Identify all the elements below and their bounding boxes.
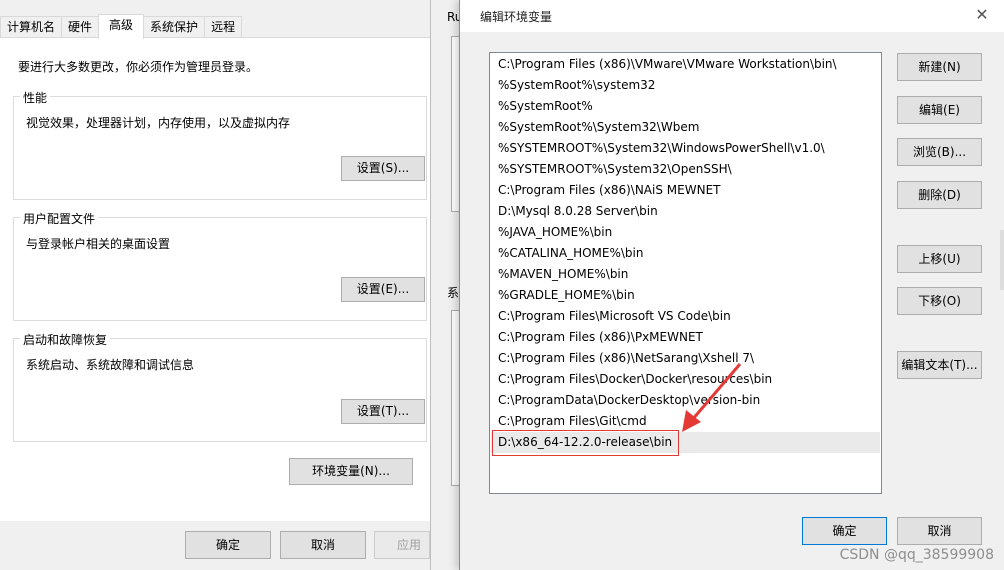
dialog-title: 编辑环境变量 — [480, 10, 553, 24]
watermark: CSDN @qq_38599908 — [839, 547, 994, 563]
tab-system-protection[interactable]: 系统保护 — [143, 16, 206, 38]
path-item[interactable]: C:\Program Files\Git\cmd — [491, 411, 880, 432]
path-item[interactable]: C:\ProgramData\DockerDesktop\version-bin — [491, 390, 880, 411]
dialog-titlebar: 编辑环境变量 ✕ — [460, 0, 1004, 32]
tab-computer-name[interactable]: 计算机名 — [0, 16, 63, 38]
edit-cancel-button[interactable]: 取消 — [897, 517, 982, 545]
startup-recovery-desc: 系统启动、系统故障和调试信息 — [26, 358, 195, 372]
environment-variables-button[interactable]: 环境变量(N)... — [289, 458, 413, 485]
tab-advanced[interactable]: 高级 — [98, 14, 145, 39]
edit-ok-button[interactable]: 确定 — [802, 517, 887, 545]
startup-recovery-settings-button[interactable]: 设置(T)... — [341, 399, 425, 424]
close-icon[interactable]: ✕ — [971, 4, 993, 26]
delete-button[interactable]: 删除(D) — [897, 181, 982, 209]
path-item[interactable]: C:\Program Files\Microsoft VS Code\bin — [491, 306, 880, 327]
path-item[interactable]: %GRADLE_HOME%\bin — [491, 285, 880, 306]
move-up-button[interactable]: 上移(U) — [897, 245, 982, 273]
performance-settings-button[interactable]: 设置(S)... — [341, 156, 425, 181]
startup-recovery-group: 启动和故障恢复 系统启动、系统故障和调试信息 设置(T)... — [13, 331, 427, 442]
scrollbar-fragment — [1000, 230, 1004, 290]
admin-note: 要进行大多数更改，你必须作为管理员登录。 — [18, 60, 259, 74]
user-profiles-group: 用户配置文件 与登录帐户相关的桌面设置 设置(E)... — [13, 210, 427, 321]
path-item[interactable]: %JAVA_HOME%\bin — [491, 222, 880, 243]
path-item[interactable]: %MAVEN_HOME%\bin — [491, 264, 880, 285]
path-item[interactable]: %SYSTEMROOT%\System32\WindowsPowerShell\… — [491, 138, 880, 159]
user-profiles-title: 用户配置文件 — [20, 210, 99, 227]
new-button[interactable]: 新建(N) — [897, 53, 982, 81]
edit-env-variable-dialog: 编辑环境变量 ✕ C:\Program Files (x86)\VMware\V… — [459, 0, 1004, 570]
path-item[interactable]: C:\Program Files (x86)\NetSarang\Xshell … — [491, 348, 880, 369]
advanced-tab-panel: 要进行大多数更改，你必须作为管理员登录。 性能 视觉效果，处理器计划，内存使用，… — [0, 37, 430, 521]
environment-variables-window: Run 变 M Or Pa TE TM 系统 变 Pa PA PF PF PF … — [430, 0, 477, 570]
path-item[interactable]: %SYSTEMROOT%\System32\OpenSSH\ — [491, 159, 880, 180]
move-down-button[interactable]: 下移(O) — [897, 287, 982, 315]
system-properties-window: 计算机名 硬件 高级 系统保护 远程 要进行大多数更改，你必须作为管理员登录。 … — [0, 0, 430, 570]
edit-text-button[interactable]: 编辑文本(T)... — [897, 351, 982, 379]
performance-title: 性能 — [20, 89, 51, 106]
startup-recovery-title: 启动和故障恢复 — [20, 331, 111, 348]
edit-button[interactable]: 编辑(E) — [897, 96, 982, 124]
sysprops-ok-button[interactable]: 确定 — [185, 531, 271, 559]
path-item[interactable]: %SystemRoot% — [491, 96, 880, 117]
path-item[interactable]: C:\Program Files (x86)\NAiS MEWNET — [491, 180, 880, 201]
path-list[interactable]: C:\Program Files (x86)\VMware\VMware Wor… — [489, 52, 882, 494]
user-profiles-settings-button[interactable]: 设置(E)... — [341, 277, 425, 302]
performance-desc: 视觉效果，处理器计划，内存使用，以及虚拟内存 — [26, 116, 291, 130]
browse-button[interactable]: 浏览(B)... — [897, 138, 982, 166]
path-item[interactable]: D:\Mysql 8.0.28 Server\bin — [491, 201, 880, 222]
annotation-highlight-box — [492, 430, 679, 456]
tab-remote[interactable]: 远程 — [204, 16, 243, 38]
path-item[interactable]: %CATALINA_HOME%\bin — [491, 243, 880, 264]
path-item[interactable]: C:\Program Files (x86)\PxMEWNET — [491, 327, 880, 348]
path-item[interactable]: %SystemRoot%\system32 — [491, 75, 880, 96]
tab-strip: 计算机名 硬件 高级 系统保护 远程 — [0, 14, 243, 39]
path-item[interactable]: C:\Program Files (x86)\VMware\VMware Wor… — [491, 54, 880, 75]
sysprops-cancel-button[interactable]: 取消 — [280, 531, 366, 559]
sysprops-apply-button: 应用 — [374, 531, 430, 559]
user-profiles-desc: 与登录帐户相关的桌面设置 — [26, 237, 171, 251]
path-item[interactable]: C:\Program Files\Docker\Docker\resources… — [491, 369, 880, 390]
path-item[interactable]: %SystemRoot%\System32\Wbem — [491, 117, 880, 138]
tab-hardware[interactable]: 硬件 — [61, 16, 100, 38]
performance-group: 性能 视觉效果，处理器计划，内存使用，以及虚拟内存 设置(S)... — [13, 89, 427, 200]
